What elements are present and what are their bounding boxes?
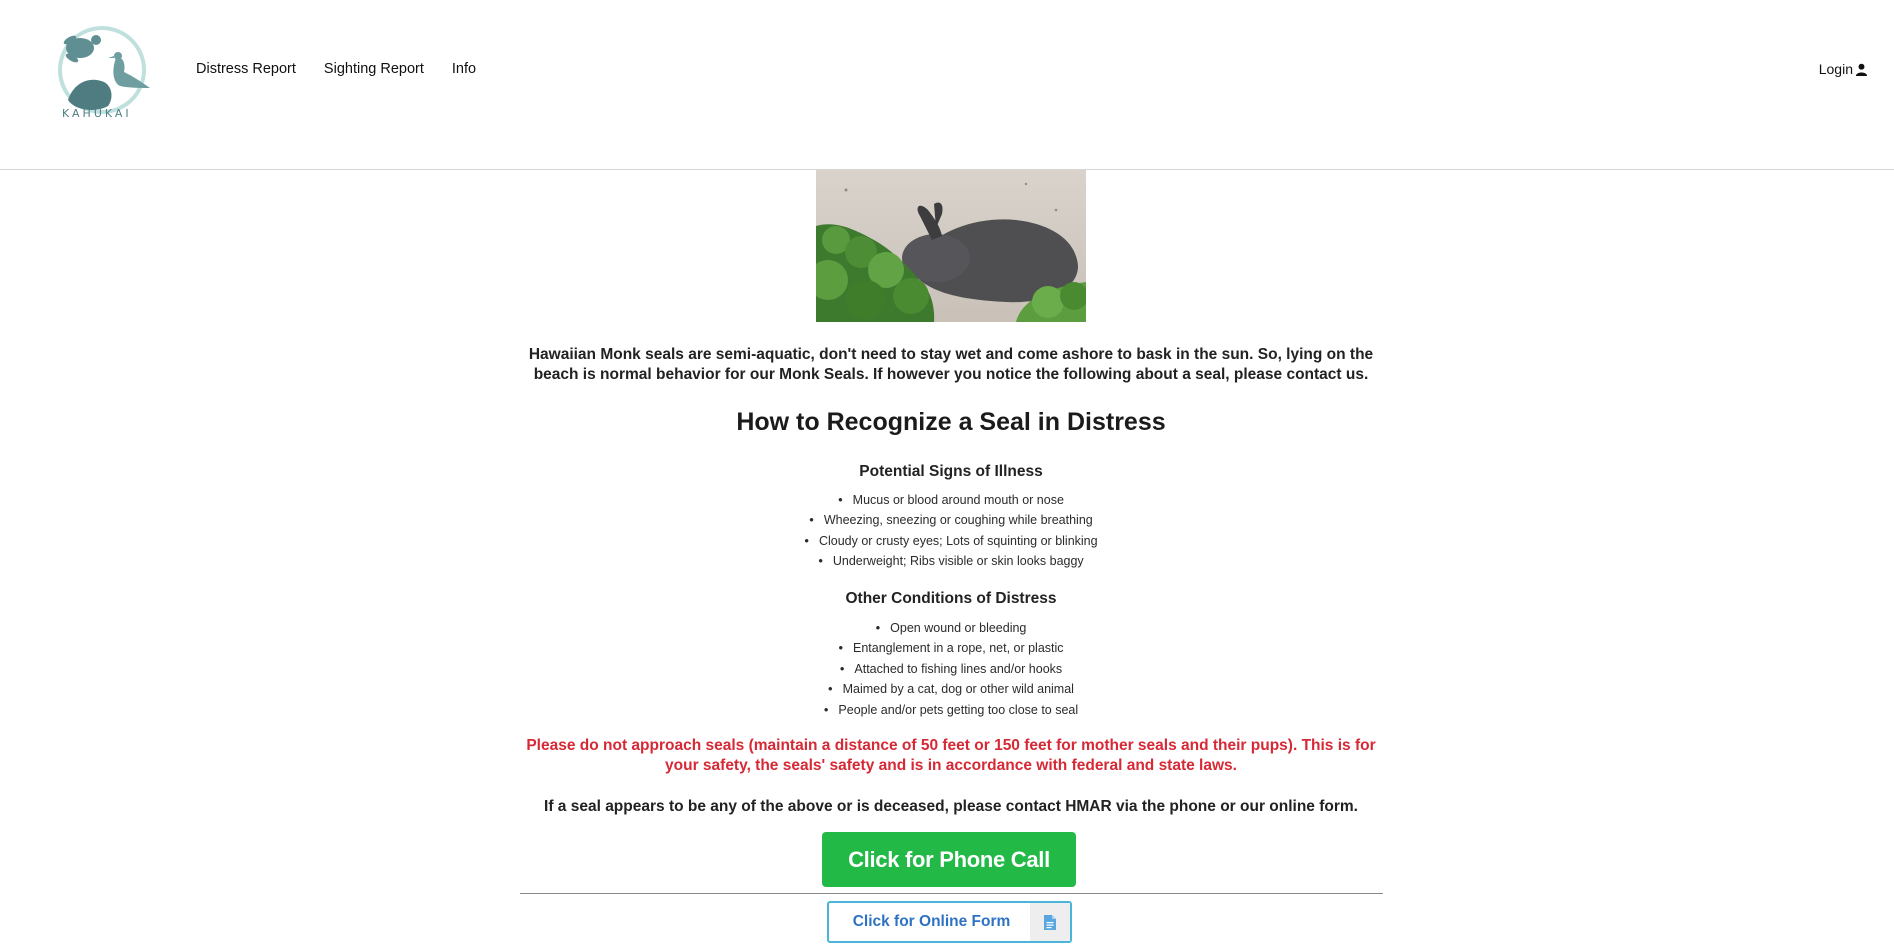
list-item: Maimed by a cat, dog or other wild anima…: [520, 679, 1382, 699]
login-link[interactable]: Login: [1819, 61, 1868, 77]
other-conditions-list: Open wound or bleeding Entanglement in a…: [520, 618, 1382, 720]
list-item: Cloudy or crusty eyes; Lots of squinting…: [520, 531, 1382, 551]
list-item: Mucus or blood around mouth or nose: [520, 490, 1382, 510]
list-item: Wheezing, sneezing or coughing while bre…: [520, 510, 1382, 530]
warning-text: Please do not approach seals (maintain a…: [526, 737, 1376, 774]
phone-call-button[interactable]: Click for Phone Call: [822, 832, 1076, 887]
nav-sighting-report[interactable]: Sighting Report: [324, 61, 424, 77]
list-item: Underweight; Ribs visible or skin looks …: [520, 551, 1382, 571]
top-navbar: KAHUKAI Distress Report Sighting Report …: [0, 0, 1894, 170]
main-nav: Distress Report Sighting Report Info: [196, 61, 504, 77]
list-item: Attached to fishing lines and/or hooks: [520, 659, 1382, 679]
illness-heading: Potential Signs of Illness: [859, 463, 1043, 480]
page-heading: How to Recognize a Seal in Distress: [736, 408, 1166, 436]
login-label: Login: [1818, 61, 1853, 77]
contact-instructions: If a seal appears to be any of the above…: [544, 798, 1358, 815]
list-item: Entanglement in a rope, net, or plastic: [520, 638, 1382, 658]
nav-distress-report[interactable]: Distress Report: [196, 61, 296, 77]
other-conditions-heading: Other Conditions of Distress: [845, 590, 1057, 607]
list-item: People and/or pets getting too close to …: [520, 700, 1382, 720]
logo-text: KAHUKAI: [62, 107, 132, 120]
online-form-button[interactable]: Click for Online Form: [827, 901, 1072, 943]
monk-seal-photo: [816, 170, 1086, 322]
user-icon: [1855, 63, 1868, 76]
list-item: Open wound or bleeding: [520, 618, 1382, 638]
divider: [520, 893, 1383, 894]
document-icon: [1030, 903, 1070, 941]
illness-list: Mucus or blood around mouth or nose Whee…: [520, 490, 1382, 572]
nav-info[interactable]: Info: [452, 61, 476, 77]
intro-text: Hawaiian Monk seals are semi-aquatic, do…: [528, 346, 1374, 383]
online-form-label: Click for Online Form: [852, 913, 1011, 930]
